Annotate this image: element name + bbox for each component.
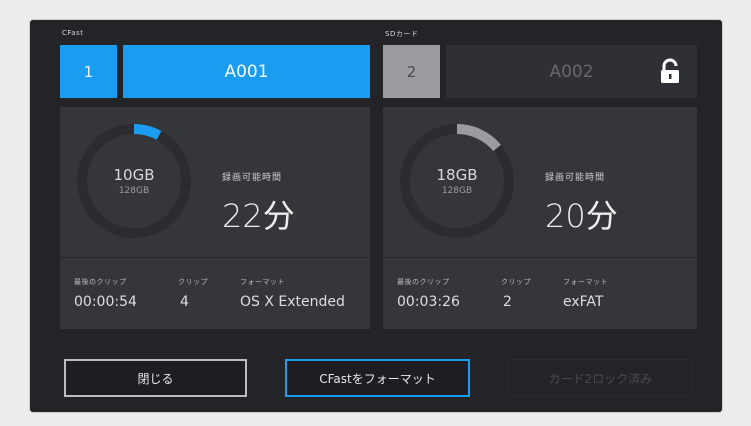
last-clip-value: 00:03:26 [397,294,460,310]
used-capacity: 10GB [113,166,155,184]
remaining-time-value: 22分 [222,197,295,235]
clip-name: A002 [549,61,594,82]
clip-name-area: A002 [446,45,697,98]
card-type-label: CFast [62,29,84,37]
usage-text: 18GB 128GB [397,121,517,241]
last-clip-value: 00:00:54 [74,294,137,310]
last-clip-label: 最後のクリップ [397,278,450,286]
card-type-label: SDカード [385,30,419,38]
remaining-time-label: 録画可能時間 [545,173,606,183]
card-info-panel: 18GB 128GB 録画可能時間 20分 最後のクリップ クリップ フォーマッ… [383,107,697,329]
last-clip-label: 最後のクリップ [74,278,127,286]
format-value: exFAT [563,294,604,310]
slot-bar[interactable]: 1 A001 [60,45,370,98]
format-value: OS X Extended [240,294,345,310]
total-capacity: 128GB [441,186,473,196]
used-capacity: 18GB [436,166,478,184]
remaining-time-label: 録画可能時間 [222,173,283,183]
card-locked-button[interactable]: カード2ロック済み [508,359,693,397]
clips-label: クリップ [178,278,208,286]
divider [383,257,697,258]
remaining-time-value: 20分 [545,197,618,235]
clips-value: 2 [503,294,512,310]
slot-number: 2 [383,45,440,98]
clips-value: 4 [180,294,189,310]
storage-manager-screen: CFast 1 A001 10GB 128GB 録画可能時間 22分 最後のクリ… [30,20,722,412]
total-capacity: 128GB [118,186,150,196]
unlocked-padlock-icon[interactable] [659,58,681,84]
card-info-panel: 10GB 128GB 録画可能時間 22分 最後のクリップ クリップ フォーマッ… [60,107,370,329]
format-label: フォーマット [240,278,285,286]
slot-bar[interactable]: 2 A002 [383,45,697,98]
clip-name: A001 [123,45,370,98]
format-cfast-button[interactable]: CFastをフォーマット [285,359,470,397]
usage-text: 10GB 128GB [74,121,194,241]
clips-label: クリップ [501,278,531,286]
slot-number: 1 [60,45,117,98]
close-button[interactable]: 閉じる [64,359,247,397]
format-label: フォーマット [563,278,608,286]
divider [60,257,370,258]
